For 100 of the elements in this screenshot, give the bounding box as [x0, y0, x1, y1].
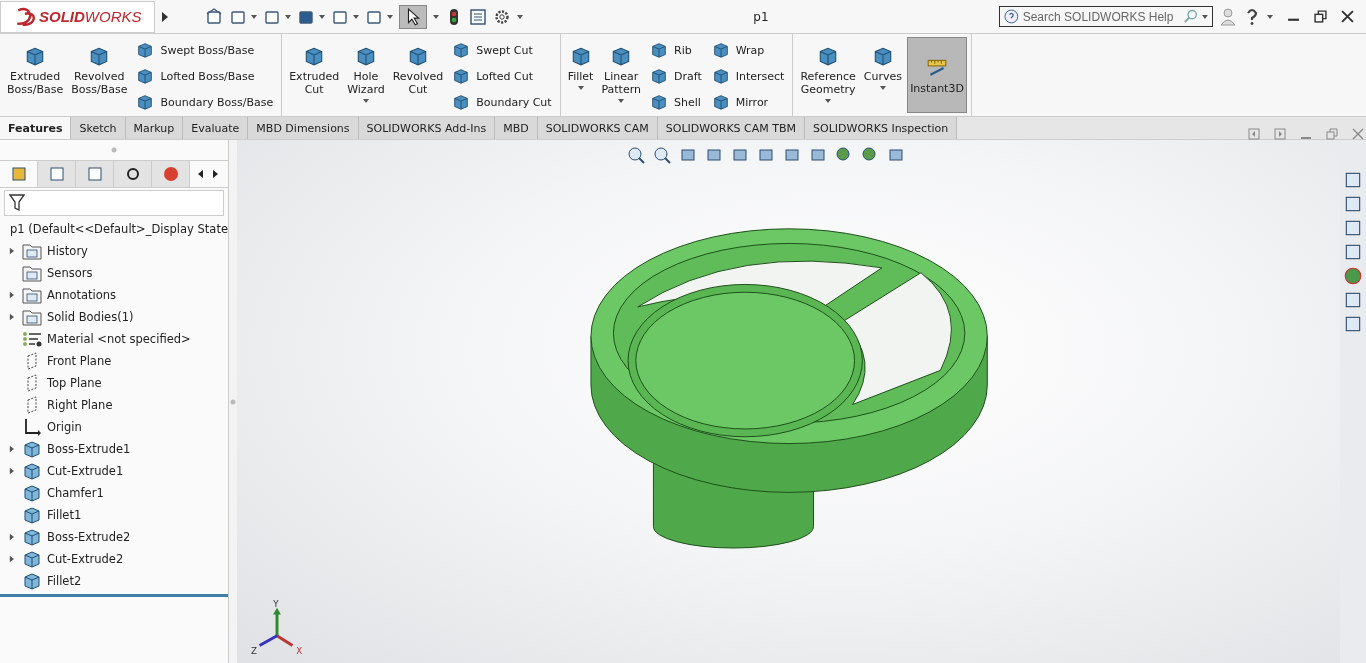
tree-item[interactable]: History — [0, 240, 228, 262]
caret-icon — [577, 86, 584, 90]
instant3d-button[interactable]: Instant3D — [907, 37, 967, 113]
ribbon-button[interactable]: Revolved Cut — [389, 37, 447, 113]
left-arrow-icon[interactable] — [198, 170, 204, 178]
zoom-area-icon[interactable] — [653, 146, 671, 164]
tree-item[interactable]: Sensors — [0, 262, 228, 284]
caret-icon — [825, 99, 832, 103]
tree-item[interactable]: Right Plane — [0, 394, 228, 416]
expand-arrow-icon[interactable] — [8, 313, 14, 321]
ribbon-tab[interactable]: Features — [0, 117, 72, 139]
tree-item[interactable]: Front Plane — [0, 350, 228, 372]
ribbon-tab[interactable]: SOLIDWORKS CAM TBM — [657, 117, 806, 139]
panel-tab[interactable] — [114, 161, 152, 187]
caret-icon[interactable] — [517, 14, 523, 19]
tree-item[interactable]: Chamfer1 — [0, 482, 228, 504]
user-icon[interactable] — [1219, 7, 1237, 26]
ribbon-button[interactable]: Swept Boss/Base — [132, 37, 278, 63]
tree-item[interactable]: Cut-Extrude1 — [0, 460, 228, 482]
ribbon-button[interactable]: Mirror — [707, 89, 789, 115]
sphere-icon — [161, 165, 180, 183]
caret-icon[interactable] — [285, 14, 291, 19]
ribbon-tab[interactable]: SOLIDWORKS Add-Ins — [358, 117, 496, 139]
ribbon-button[interactable]: Linear Pattern — [598, 37, 644, 113]
ribbon-button[interactable]: Shell — [646, 89, 706, 115]
ribbon-button[interactable]: Extruded Boss/Base — [4, 37, 67, 113]
caret-icon[interactable] — [319, 14, 325, 19]
search-icon — [1183, 9, 1199, 24]
zoom-icon[interactable] — [627, 146, 645, 164]
ribbon-button[interactable]: Reference Geometry — [797, 37, 859, 113]
ribbon-tab[interactable]: SOLIDWORKS CAM — [537, 117, 658, 139]
origin-icon — [22, 418, 42, 436]
ribbon-button[interactable]: Draft — [646, 63, 706, 89]
ribbon-tab[interactable]: SOLIDWORKS Inspection — [805, 117, 958, 139]
tree-item[interactable]: Top Plane — [0, 372, 228, 394]
ribbon-button[interactable]: Fillet — [564, 37, 597, 113]
logo-icon — [15, 6, 37, 27]
ribbon-button[interactable]: Swept Cut — [448, 37, 556, 63]
caret-icon — [1202, 14, 1208, 19]
axis-label: Z — [250, 646, 257, 657]
ribbon-button[interactable]: Lofted Cut — [448, 63, 556, 89]
axis-label: Y — [273, 599, 279, 609]
grip-icon[interactable] — [230, 398, 236, 405]
tree-item[interactable]: Solid Bodies(1) — [0, 306, 228, 328]
tree-item[interactable]: Fillet1 — [0, 504, 228, 526]
ribbon-button[interactable]: Lofted Boss/Base — [132, 63, 278, 89]
tree-item[interactable]: p1 (Default<<Default>_Display State — [0, 218, 228, 240]
next-icon[interactable] — [1274, 128, 1286, 140]
ribbon-button[interactable]: Wrap — [707, 37, 789, 63]
select-button[interactable] — [399, 4, 427, 29]
tree-item[interactable]: Annotations — [0, 284, 228, 306]
expand-arrow-icon[interactable] — [8, 291, 14, 299]
ribbon-tab[interactable]: MBD — [495, 117, 538, 139]
right-arrow-icon[interactable] — [212, 170, 218, 178]
settings-icon[interactable] — [493, 7, 511, 26]
material-icon — [22, 330, 42, 348]
ribbon-tab[interactable]: Markup — [125, 117, 184, 139]
previous-icon[interactable] — [1248, 128, 1260, 140]
caret-icon[interactable] — [353, 14, 359, 19]
filter-icon — [9, 194, 25, 212]
grip-icon[interactable] — [111, 147, 117, 153]
caret-icon[interactable] — [1267, 14, 1273, 19]
ribbon-button[interactable]: Rib — [646, 37, 706, 63]
ribbon-button[interactable]: Intersect — [707, 63, 789, 89]
ribbon-button[interactable]: Boundary Cut — [448, 89, 556, 115]
expand-arrow-icon[interactable] — [8, 533, 14, 541]
caret-icon — [362, 99, 369, 103]
ribbon-tab[interactable]: Sketch — [71, 117, 126, 139]
tree-item[interactable]: Cut-Extrude2 — [0, 548, 228, 570]
ribbon-button[interactable]: Boundary Boss/Base — [132, 89, 278, 115]
ribbon-button[interactable]: Curves — [860, 37, 905, 113]
search-field[interactable]: Search SOLIDWORKS Help — [999, 6, 1213, 27]
caret-icon[interactable] — [251, 14, 257, 19]
ribbon-tab[interactable]: Evaluate — [183, 117, 249, 139]
tree-item[interactable]: Material <not specified> — [0, 328, 228, 350]
sphere-icon[interactable] — [835, 146, 853, 164]
app-logo[interactable]: SOLIDWORKS — [0, 0, 155, 33]
tree-item[interactable]: Origin — [0, 416, 228, 438]
caret-icon[interactable] — [387, 14, 393, 19]
ribbon-button[interactable]: Hole Wizard — [344, 37, 388, 113]
document-title: p1 — [752, 9, 770, 24]
sphere-icon[interactable] — [1343, 266, 1363, 286]
sphere-icon[interactable] — [861, 146, 879, 164]
expand-arrow-icon[interactable] — [8, 555, 14, 563]
tree-item[interactable]: Boss-Extrude2 — [0, 526, 228, 548]
tree-item[interactable]: Boss-Extrude1 — [0, 438, 228, 460]
ribbon-button[interactable]: Revolved Boss/Base — [68, 37, 131, 113]
ribbon-tab[interactable]: MBD Dimensions — [248, 117, 359, 139]
tree-item[interactable]: Fillet2 — [0, 570, 228, 592]
filter-field[interactable] — [4, 190, 224, 216]
ribbon-button[interactable]: Extruded Cut — [286, 37, 343, 113]
expand-arrow-icon[interactable] — [8, 247, 14, 255]
restore-icon[interactable] — [1314, 10, 1327, 23]
logo-text: SOLIDWORKS — [39, 8, 142, 25]
caret-icon — [618, 99, 625, 103]
caret-icon[interactable] — [433, 14, 439, 19]
close-icon[interactable] — [1341, 10, 1354, 23]
expand-arrow-icon[interactable] — [8, 445, 14, 453]
expand-arrow-icon[interactable] — [8, 467, 14, 475]
expand-arrow-icon[interactable] — [161, 10, 169, 23]
